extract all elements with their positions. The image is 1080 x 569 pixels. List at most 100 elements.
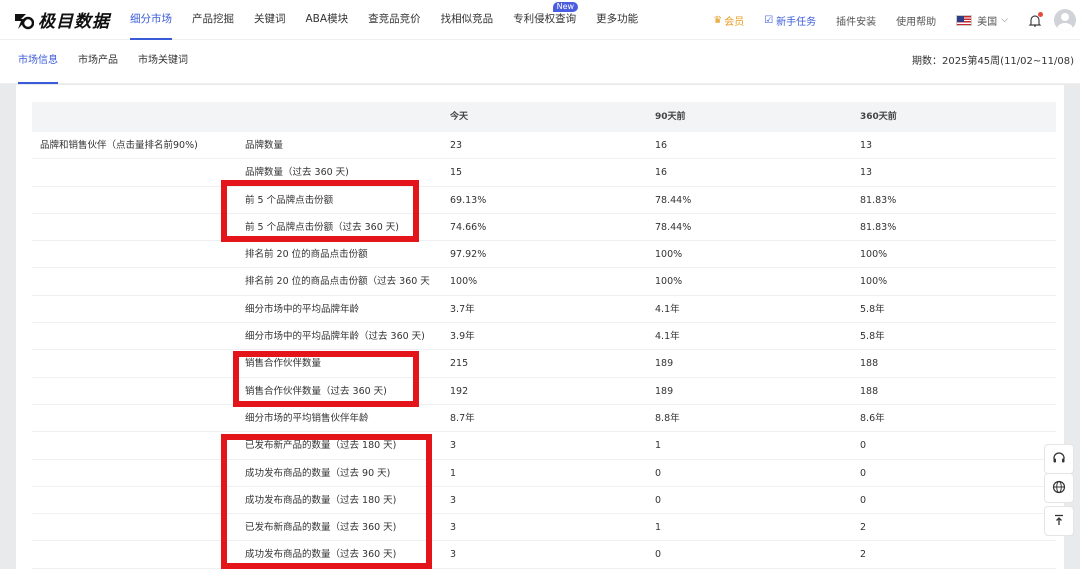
metric-label: 已发布新商品的数量（过去 360 天) xyxy=(245,522,397,534)
logo-icon xyxy=(12,9,35,31)
nav-item-label: 产品挖掘 xyxy=(192,12,234,25)
today-value: 3.7年 xyxy=(450,303,475,315)
region-selector[interactable]: 美国 ⌵ xyxy=(956,13,1008,28)
value-90-days-ago: 4.1年 xyxy=(655,331,680,343)
value-90-days-ago: 0 xyxy=(655,549,662,561)
nav-item-2[interactable]: 关键词 xyxy=(254,0,286,40)
table-row: 成功发布商品的数量（过去 360 天) 3 0 2 xyxy=(32,541,1056,569)
tab-market-products[interactable]: 市场产品 xyxy=(78,40,118,84)
avatar[interactable] xyxy=(1054,9,1076,31)
arrow-up-icon xyxy=(1052,512,1066,531)
task-label: 新手任务 xyxy=(776,16,817,28)
value-360-days-ago: 2 xyxy=(860,549,867,561)
table-row: 细分市场的平均销售伙伴年龄 8.7年 8.8年 8.6年 xyxy=(32,405,1056,433)
value-360-days-ago: 0 xyxy=(860,494,867,506)
header-90-days-ago: 90天前 xyxy=(655,112,686,122)
value-90-days-ago: 1 xyxy=(655,440,662,452)
value-360-days-ago: 188 xyxy=(860,385,879,397)
value-360-days-ago: 13 xyxy=(860,167,873,179)
value-360-days-ago: 5.8年 xyxy=(860,303,885,315)
nav-item-5[interactable]: 找相似竞品 xyxy=(441,0,494,40)
nav-item-label: 更多功能 xyxy=(596,12,639,25)
table-row: 销售合作伙伴数量（过去 360 天) 192 189 188 xyxy=(32,378,1056,405)
support-button[interactable] xyxy=(1044,444,1074,474)
new-badge: New xyxy=(552,1,579,12)
value-360-days-ago: 100% xyxy=(860,276,888,288)
value-90-days-ago: 100% xyxy=(655,276,683,288)
value-360-days-ago: 13 xyxy=(860,140,873,151)
metric-label: 品牌数量 xyxy=(245,140,284,151)
plugin-install-link[interactable]: 插件安装 xyxy=(836,13,876,28)
value-360-days-ago: 81.83% xyxy=(860,221,897,233)
newbie-task-link[interactable]: ☑ 新手任务 xyxy=(764,13,816,28)
top-header: 极目数据 细分市场 产品挖掘 关键词 ABA模块 查竞品竞价 找相似竞品 专利侵权查询 New… xyxy=(0,0,1080,40)
value-360-days-ago: 0 xyxy=(860,440,867,452)
value-360-days-ago: 100% xyxy=(860,249,888,261)
nav-item-3[interactable]: ABA模块 xyxy=(306,0,349,40)
market-info-table: 今天 90天前 360天前 品牌和销售伙伴（点击量排名前90%) 品牌数量 2 3 16… xyxy=(32,102,1056,569)
value-90-days-ago: 78.44% xyxy=(655,194,692,206)
tab-market-keywords[interactable]: 市场关键词 xyxy=(138,40,188,84)
group-label: 品牌和销售伙伴（点击量排名前90%) xyxy=(40,140,198,151)
metric-label: 细分市场的平均销售伙伴年龄 xyxy=(245,412,369,424)
value-360-days-ago: 81.83% xyxy=(860,194,897,206)
chevron-down-icon: ⌵ xyxy=(1001,15,1008,25)
table-row: 成功发布商品的数量（过去 180 天) 3 0 0 xyxy=(32,487,1056,515)
today-value: 3.9年 xyxy=(450,331,475,343)
value-90-days-ago: 16 xyxy=(655,140,668,151)
metric-label: 销售合作伙伴数量（过去 360 天) xyxy=(245,385,387,397)
table-body: 品牌和销售伙伴（点击量排名前90%) 品牌数量 23 16 13 品牌数量（过去 360 … xyxy=(32,132,1056,569)
table-row: 排名前 20 位的商品点击份额 97.92% 100% 100% xyxy=(32,241,1056,269)
header-today: 今天 xyxy=(450,112,469,122)
today-value: 3 xyxy=(450,494,457,506)
nav-item-label: ABA模块 xyxy=(305,12,349,25)
value-90-days-ago: 100% xyxy=(655,249,683,261)
nav-item-4[interactable]: 查竞品竞价 xyxy=(368,0,421,40)
value-90-days-ago: 0 xyxy=(655,494,662,506)
table-row: 前 5 个品牌点击份额 69.13% 78.44% 81.83% xyxy=(32,187,1056,214)
app-window: 极目数据 细分市场 产品挖掘 关键词 ABA模块 查竞品竞价 找相似竞品 专利侵权查询 New… xyxy=(0,0,1080,569)
value-90-days-ago: 78.44% xyxy=(655,221,692,233)
bell-icon[interactable] xyxy=(1028,12,1043,27)
metric-label: 成功发布商品的数量（过去 180 天) xyxy=(245,494,397,506)
period-label: 期数：2025第45周(11/02~11/08) xyxy=(912,56,1074,67)
vip-link[interactable]: ♛ 会员 xyxy=(713,13,744,28)
value-90-days-ago: 4.1年 xyxy=(655,303,680,315)
nav-item-0[interactable]: 细分市场 xyxy=(130,0,172,40)
header-tools: ♛ 会员 ☑ 新手任务 插件安装 使用帮助 美国 ⌵ xyxy=(713,0,1080,40)
table-row: 已发布新产品的数量（过去 180 天) 3 1 0 xyxy=(32,432,1056,460)
nav-item-1[interactable]: 产品挖掘 xyxy=(192,0,234,40)
nav-item-6[interactable]: 专利侵权查询 New xyxy=(513,0,579,40)
table-row: 细分市场中的平均品牌年龄 3.7年 4.1年 5.8年 xyxy=(32,296,1056,324)
table-row: 细分市场中的平均品牌年龄（过去 360 天) 3.9年 4.1年 5.8年 xyxy=(32,323,1056,351)
logo[interactable]: 极目数据 xyxy=(12,0,112,40)
metric-label: 成功发布商品的数量（过去 90 天) xyxy=(245,467,391,479)
metric-label: 品牌数量（过去 360 天) xyxy=(245,167,349,179)
metric-label: 细分市场中的平均品牌年龄（过去 360 天) xyxy=(245,331,425,343)
table-row: 排名前 20 位的商品点击份额（过去 360 天 100% 100% 100% xyxy=(32,268,1056,296)
metric-label: 销售合作伙伴数量 xyxy=(245,358,322,370)
main-nav: 细分市场 产品挖掘 关键词 ABA模块 查竞品竞价 找相似竞品 专利侵权查询 New 更多功能 xyxy=(130,0,658,40)
tab-market-info[interactable]: 市场信息 xyxy=(18,40,58,84)
language-button[interactable] xyxy=(1044,473,1074,503)
region-label: 美国 xyxy=(977,16,998,28)
today-value: 1 xyxy=(450,467,457,479)
today-value: 3 xyxy=(450,549,457,561)
metric-label: 排名前 20 位的商品点击份额（过去 360 天 xyxy=(245,276,430,288)
value-360-days-ago: 5.8年 xyxy=(860,331,885,343)
task-icon: ☑ xyxy=(764,14,774,26)
logo-text: 极目数据 xyxy=(38,12,110,32)
value-90-days-ago: 189 xyxy=(655,385,674,397)
nav-item-7[interactable]: 更多功能 xyxy=(596,0,638,40)
table-header: 今天 90天前 360天前 xyxy=(32,102,1056,132)
metric-label: 前 5 个品牌点击份额 xyxy=(245,194,334,206)
back-to-top-button[interactable] xyxy=(1044,506,1074,536)
value-90-days-ago: 1 xyxy=(655,522,662,534)
vip-label: 会员 xyxy=(724,16,745,28)
table-row: 已发布新商品的数量（过去 360 天) 3 1 2 xyxy=(32,514,1056,542)
metric-label: 已发布新产品的数量（过去 180 天) xyxy=(245,440,397,452)
table-row: 品牌数量（过去 360 天) 15 16 13 xyxy=(32,159,1056,187)
main-content: 今天 90天前 360天前 品牌和销售伙伴（点击量排名前90%) 品牌数量 2 3 16… xyxy=(16,85,1064,569)
help-link[interactable]: 使用帮助 xyxy=(896,13,936,28)
today-value: 192 xyxy=(450,385,469,397)
